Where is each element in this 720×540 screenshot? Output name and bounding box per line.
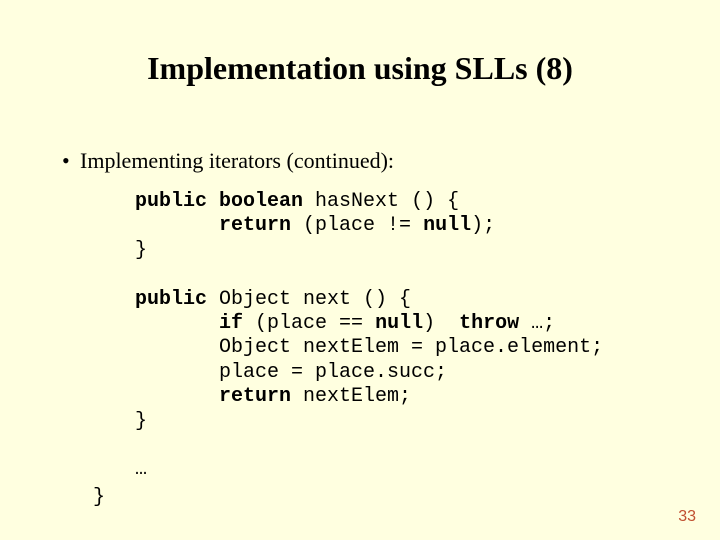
kw-null: null xyxy=(423,214,471,237)
kw-return: return xyxy=(219,385,291,408)
code-ellipsis: … xyxy=(135,458,147,481)
slide: Implementation using SLLs (8) •Implement… xyxy=(0,0,720,540)
kw-if: if xyxy=(219,312,243,335)
code-text: place = place.succ; xyxy=(135,361,447,384)
bullet-item: •Implementing iterators (continued): xyxy=(62,148,394,174)
code-text xyxy=(135,214,219,237)
code-text: } xyxy=(135,239,147,262)
code-text xyxy=(135,385,219,408)
code-text: hasNext () { xyxy=(303,190,459,213)
kw-boolean: boolean xyxy=(219,190,303,213)
code-block: public boolean hasNext () { return (plac… xyxy=(135,190,603,483)
code-text: ) xyxy=(423,312,459,335)
bullet-marker: • xyxy=(62,148,80,174)
code-text: (place != xyxy=(291,214,423,237)
code-text: nextElem; xyxy=(291,385,411,408)
kw-null: null xyxy=(375,312,423,335)
slide-title: Implementation using SLLs (8) xyxy=(0,50,720,87)
bullet-text: Implementing iterators (continued): xyxy=(80,148,394,173)
closing-brace: } xyxy=(93,486,105,509)
kw-public: public xyxy=(135,288,207,311)
code-text: (place == xyxy=(243,312,375,335)
code-text: ); xyxy=(471,214,495,237)
kw-return: return xyxy=(219,214,291,237)
kw-public: public xyxy=(135,190,207,213)
kw-throw: throw xyxy=(459,312,519,335)
code-text xyxy=(135,312,219,335)
code-text: …; xyxy=(519,312,555,335)
code-text: } xyxy=(135,410,147,433)
page-number: 33 xyxy=(678,508,696,526)
code-text: Object next () { xyxy=(207,288,411,311)
code-text: Object nextElem = place.element; xyxy=(135,336,603,359)
